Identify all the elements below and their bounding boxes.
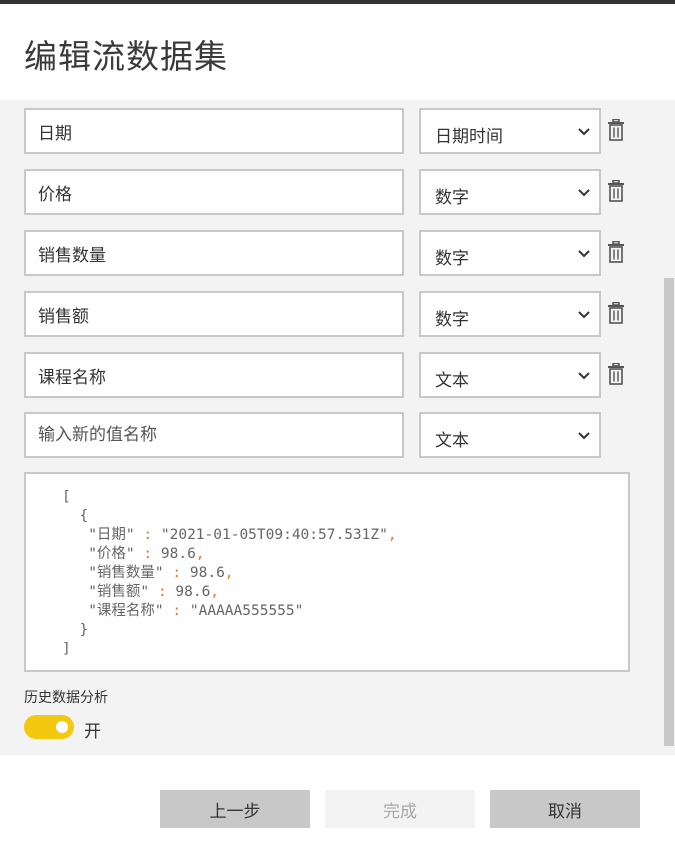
json-value: 98.6 xyxy=(175,584,211,600)
historical-analysis-label: 历史数据分析 xyxy=(24,690,108,706)
top-bar xyxy=(0,0,675,4)
field-type-value: 文本 xyxy=(435,431,469,451)
field-row: 日期时间 xyxy=(0,108,660,156)
historical-analysis-toggle[interactable] xyxy=(24,715,74,739)
toggle-state-label: 开 xyxy=(84,722,101,742)
new-field-row: 文本 xyxy=(0,412,660,460)
new-field-type-select[interactable]: 文本 xyxy=(419,412,601,458)
field-name-input[interactable] xyxy=(24,108,404,154)
json-value: 98.6 xyxy=(160,546,196,562)
dialog-title: 编辑流数据集 xyxy=(24,37,228,76)
field-row: 文本 xyxy=(0,352,660,400)
field-name-input[interactable] xyxy=(24,230,404,276)
json-comma: , xyxy=(210,584,220,600)
json-colon: : xyxy=(143,546,153,562)
trash-icon[interactable] xyxy=(607,180,625,202)
chevron-down-icon xyxy=(578,432,590,440)
json-colon: : xyxy=(172,565,182,581)
field-row: 数字 xyxy=(0,291,660,339)
field-row: 数字 xyxy=(0,230,660,278)
chevron-down-icon xyxy=(578,189,590,197)
json-colon: : xyxy=(157,584,167,600)
json-colon: : xyxy=(143,527,153,543)
field-type-select[interactable]: 文本 xyxy=(419,352,601,398)
field-name-input[interactable] xyxy=(24,169,404,215)
toggle-knob xyxy=(56,721,68,733)
field-type-value: 文本 xyxy=(435,371,469,391)
trash-icon[interactable] xyxy=(607,119,625,141)
field-type-value: 数字 xyxy=(435,188,469,208)
chevron-down-icon xyxy=(578,372,590,380)
cancel-button[interactable]: 取消 xyxy=(490,790,640,828)
json-comma: , xyxy=(387,527,397,543)
field-row: 数字 xyxy=(0,169,660,217)
json-preview[interactable]: [ { "日期" : "2021-01-05T09:40:57.531Z", "… xyxy=(24,472,630,672)
json-value: "2021-01-05T09:40:57.531Z" xyxy=(160,527,388,543)
field-type-select[interactable]: 数字 xyxy=(419,291,601,337)
field-type-value: 数字 xyxy=(435,249,469,269)
back-button[interactable]: 上一步 xyxy=(160,790,310,828)
trash-icon[interactable] xyxy=(607,363,625,385)
chevron-down-icon xyxy=(578,128,590,136)
json-key: "价格" xyxy=(88,546,135,562)
field-editor-panel: 日期时间 数字 数字 xyxy=(0,100,675,755)
json-colon: : xyxy=(172,603,182,619)
field-type-value: 数字 xyxy=(435,310,469,330)
json-key: "日期" xyxy=(88,527,135,543)
json-key: "销售额" xyxy=(88,584,150,600)
json-open-brace: { xyxy=(79,508,89,524)
json-open-bracket: [ xyxy=(62,489,71,505)
field-type-value: 日期时间 xyxy=(435,127,503,147)
trash-icon[interactable] xyxy=(607,241,625,263)
json-key: "销售数量" xyxy=(88,565,164,581)
json-close-brace: } xyxy=(79,622,89,638)
json-value: "AAAAA555555" xyxy=(189,603,304,619)
json-comma: , xyxy=(224,565,234,581)
field-name-input[interactable] xyxy=(24,352,404,398)
field-type-select[interactable]: 数字 xyxy=(419,230,601,276)
trash-icon[interactable] xyxy=(607,302,625,324)
field-type-select[interactable]: 数字 xyxy=(419,169,601,215)
json-value: 98.6 xyxy=(189,565,225,581)
json-key: "课程名称" xyxy=(88,603,164,619)
json-close-bracket: ] xyxy=(62,641,71,657)
field-type-select[interactable]: 日期时间 xyxy=(419,108,601,154)
field-name-input[interactable] xyxy=(24,291,404,337)
new-field-name-input[interactable] xyxy=(24,412,404,458)
json-comma: , xyxy=(195,546,205,562)
chevron-down-icon xyxy=(578,250,590,258)
chevron-down-icon xyxy=(578,311,590,319)
scrollbar-thumb[interactable] xyxy=(664,278,674,746)
done-button[interactable]: 完成 xyxy=(325,790,475,828)
